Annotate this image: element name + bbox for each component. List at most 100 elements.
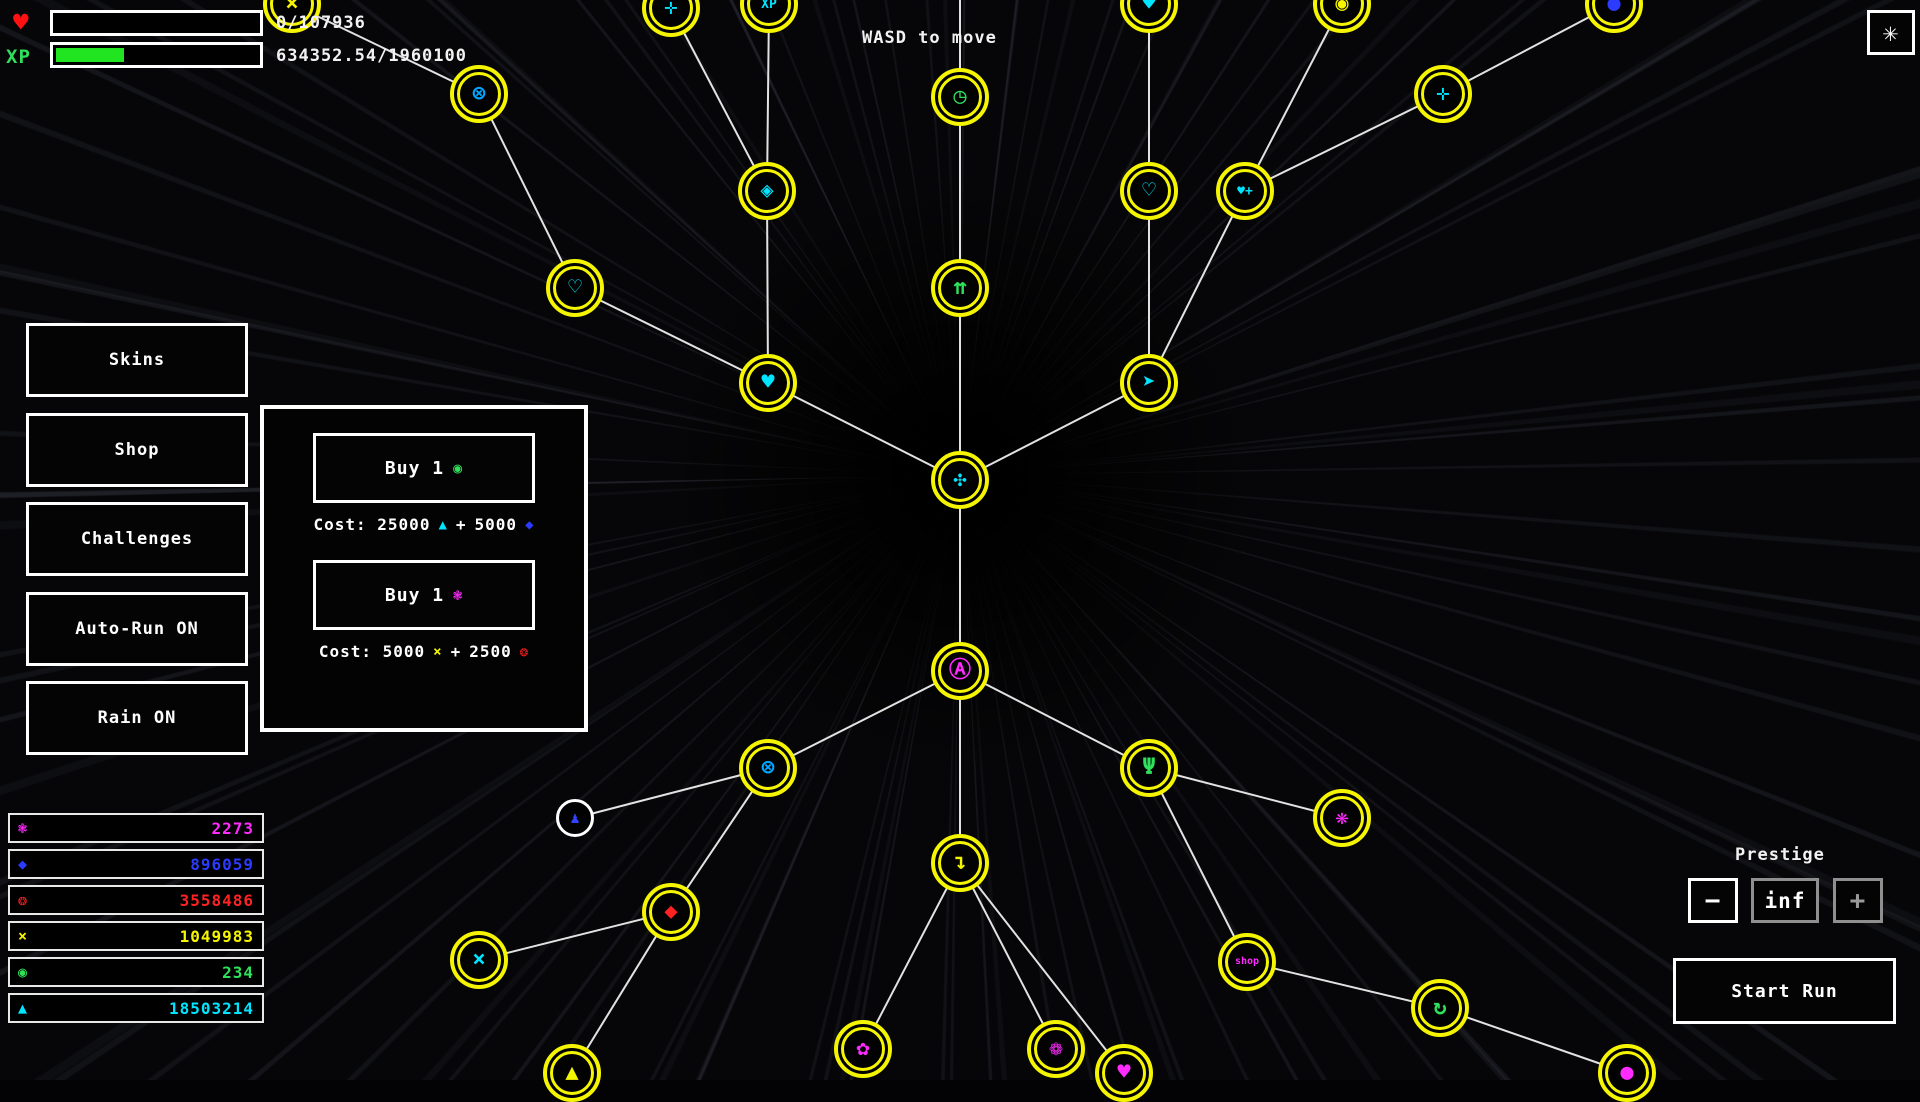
- node-auto-a[interactable]: Ⓐ: [931, 642, 989, 700]
- start-run-button[interactable]: Start Run: [1673, 958, 1896, 1024]
- node-blue-top[interactable]: ●: [1585, 0, 1643, 33]
- resource-orb-value: 234: [222, 963, 254, 982]
- prestige-inf-button[interactable]: inf: [1751, 878, 1819, 923]
- node-blue-circle-x[interactable]: ⊗: [739, 739, 797, 797]
- node-center-expand-glyph: ✣: [953, 469, 966, 491]
- hp-bar: [50, 10, 263, 36]
- node-trophy-glyph: Ψ: [1142, 757, 1155, 779]
- resource-orb-icon: ◉: [18, 963, 27, 981]
- node-orb-flower-glyph: ❁: [1049, 1038, 1062, 1060]
- prestige-minus-button[interactable]: −: [1688, 878, 1738, 923]
- resource-drop-row: ◆896059: [8, 849, 264, 879]
- node-pawn-small[interactable]: ♟: [556, 799, 594, 837]
- node-heart[interactable]: ♥: [739, 354, 797, 412]
- cost-icon-2: ◆: [525, 517, 534, 533]
- node-center-expand[interactable]: ✣: [931, 451, 989, 509]
- movement-hint: WASD to move: [862, 28, 997, 48]
- cost-amount-2: 2500: [469, 642, 512, 661]
- resource-bug-value: 2273: [211, 819, 254, 838]
- node-atom[interactable]: ❋: [1313, 789, 1371, 847]
- xp-label: XP: [6, 46, 31, 68]
- node-shield-cyan-glyph: ◈: [760, 180, 773, 202]
- cost-icon-1: ×: [433, 644, 442, 660]
- node-flower[interactable]: ✿: [834, 1020, 892, 1078]
- plus-icon: +: [1850, 886, 1867, 916]
- cost-amount-2: 5000: [475, 515, 518, 534]
- node-shield-cyan[interactable]: ◈: [738, 162, 796, 220]
- cost-plus: +: [451, 642, 462, 661]
- node-heart-ring[interactable]: ♡: [546, 259, 604, 317]
- node-xp[interactable]: XP: [740, 0, 798, 33]
- cost-line-1: Cost: 25000▲+5000◆: [313, 515, 534, 534]
- node-heart-top-glyph: ♥: [1142, 0, 1155, 15]
- cost-icon-2: ❂: [520, 644, 529, 660]
- resource-orb-row: ◉ 234: [8, 957, 264, 987]
- node-pawn-small-glyph: ♟: [570, 811, 579, 826]
- cost-amount: Cost: 5000: [319, 642, 425, 661]
- buy-1-button-2[interactable]: Buy 1❃: [313, 560, 535, 630]
- buy-button-label: Buy 1: [385, 585, 444, 606]
- gear-icon: ✳: [1883, 18, 1900, 48]
- node-move-arrows-1-glyph: ✛: [664, 0, 677, 19]
- buy-offer-2: Buy 1❃ Cost: 5000 × +2500 ❂: [313, 560, 535, 687]
- menu-button-challenges[interactable]: Challenges: [26, 502, 248, 576]
- resource-gear-row: ❂3558486: [8, 885, 264, 915]
- node-atom-glyph: ❋: [1335, 807, 1348, 829]
- node-x-cyan[interactable]: ×: [450, 931, 508, 989]
- node-heart-top[interactable]: ♥: [1120, 0, 1178, 33]
- node-chevrons-up-glyph: ⇈: [953, 277, 966, 299]
- node-orb-flower[interactable]: ❁: [1027, 1020, 1085, 1078]
- node-move-arrows-1[interactable]: ✛: [642, 0, 700, 37]
- xp-bar-fill: [56, 48, 124, 62]
- prestige-label: Prestige: [1735, 845, 1825, 865]
- node-partial-br-glyph: ●: [1620, 1062, 1633, 1084]
- node-drip-heart[interactable]: ♡: [1120, 162, 1178, 220]
- node-heart-plus[interactable]: ♥+: [1216, 162, 1274, 220]
- node-x-cyan-glyph: ×: [472, 949, 485, 971]
- node-move-arrows-2[interactable]: ✛: [1414, 65, 1472, 123]
- node-cursor[interactable]: ➤: [1120, 354, 1178, 412]
- node-circle-x-glyph: ⊗: [472, 83, 485, 105]
- node-xp-glyph: XP: [761, 0, 777, 11]
- settings-button[interactable]: ✳: [1867, 10, 1915, 55]
- menu-button-skins[interactable]: Skins: [26, 323, 248, 397]
- menu-button-auto-run-on[interactable]: Auto-Run ON: [26, 592, 248, 666]
- node-claw-glyph: ↴: [953, 852, 966, 874]
- node-partial-bc[interactable]: ♥: [1095, 1044, 1153, 1102]
- menu-button-rain-on[interactable]: Rain ON: [26, 681, 248, 755]
- node-drip-heart-glyph: ♡: [1142, 180, 1155, 202]
- menu-button-shop[interactable]: Shop: [26, 413, 248, 487]
- node-clock[interactable]: ◷: [931, 68, 989, 126]
- node-chevrons-up[interactable]: ⇈: [931, 259, 989, 317]
- node-claw[interactable]: ↴: [931, 834, 989, 892]
- node-partial-br[interactable]: ●: [1598, 1044, 1656, 1102]
- node-shop[interactable]: shop: [1218, 933, 1276, 991]
- buy-1-button-1[interactable]: Buy 1◉: [313, 433, 535, 503]
- buy-button-resource-icon: ◉: [453, 459, 463, 477]
- node-circle-x[interactable]: ⊗: [450, 65, 508, 123]
- node-heart-plus-glyph: ♥+: [1237, 185, 1253, 198]
- node-shield-red[interactable]: ◆: [642, 883, 700, 941]
- node-coin-top[interactable]: ◉: [1313, 0, 1371, 33]
- node-move-arrows-2-glyph: ✛: [1436, 83, 1449, 105]
- resource-triangle-value: 18503214: [169, 999, 254, 1018]
- prestige-plus-button[interactable]: +: [1833, 878, 1883, 923]
- cost-plus: +: [456, 515, 467, 534]
- cost-icon-1: ▲: [438, 517, 447, 533]
- node-respawn-glyph: ↻: [1433, 997, 1446, 1019]
- node-shop-glyph: shop: [1235, 957, 1259, 967]
- cost-line-2: Cost: 5000 × +2500 ❂: [319, 642, 529, 661]
- start-run-label: Start Run: [1731, 981, 1838, 1002]
- node-heart-ring-glyph: ♡: [568, 277, 581, 299]
- node-cursor-glyph: ➤: [1142, 372, 1155, 394]
- node-trophy[interactable]: Ψ: [1120, 739, 1178, 797]
- buy-panel: Buy 1◉Cost: 25000▲+5000◆Buy 1❃Cost: 5000…: [260, 405, 588, 732]
- node-shield-red-glyph: ◆: [664, 901, 677, 923]
- node-coin-top-glyph: ◉: [1335, 0, 1348, 15]
- node-respawn[interactable]: ↻: [1411, 979, 1469, 1037]
- node-partial-bc-glyph: ♥: [1117, 1062, 1130, 1084]
- resource-x-value: 1049983: [180, 927, 254, 946]
- node-partial-bl[interactable]: ▲: [543, 1044, 601, 1102]
- resource-x-icon: ×: [18, 927, 27, 945]
- xp-bar: [50, 42, 263, 68]
